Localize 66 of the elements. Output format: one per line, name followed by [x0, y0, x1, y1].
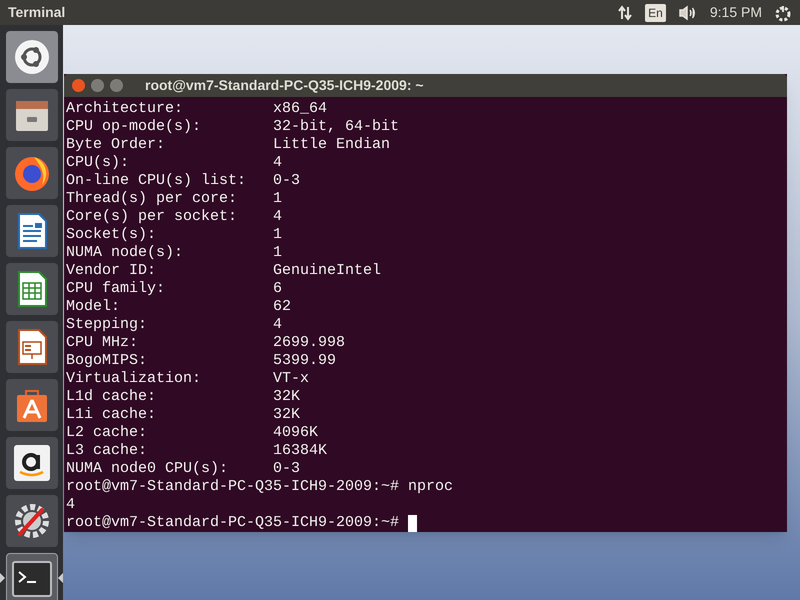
field-value: 4: [273, 316, 282, 334]
field-value: 1: [273, 226, 282, 244]
maximize-button[interactable]: [110, 79, 123, 92]
field-value: VT-x: [273, 370, 310, 388]
field-value: GenuineIntel: [273, 262, 382, 280]
field-value: Little Endian: [273, 136, 390, 154]
launcher-item[interactable]: [6, 553, 58, 600]
field-label: Architecture:: [66, 100, 184, 118]
field-label: Thread(s) per core:: [66, 190, 238, 208]
volume-icon[interactable]: [678, 4, 698, 20]
field-label: L1i cache:: [66, 406, 158, 424]
field-value: 4: [273, 154, 282, 172]
field-value: 1: [273, 244, 282, 262]
minimize-button[interactable]: [91, 79, 104, 92]
field-label: NUMA node0 CPU(s):: [66, 460, 230, 478]
launcher-item[interactable]: [6, 263, 58, 315]
field-value: 32-bit, 64-bit: [273, 118, 400, 136]
field-value: 0-3: [273, 172, 300, 190]
field-value: 4: [273, 208, 282, 226]
field-label: Vendor ID:: [66, 262, 158, 280]
field-label: On-line CPU(s) list:: [66, 172, 248, 190]
field-label: Byte Order:: [66, 136, 166, 154]
field-label: CPU(s):: [66, 154, 130, 172]
command-output: 4: [66, 496, 76, 514]
app-title: Terminal: [8, 3, 66, 22]
field-value: 62: [273, 298, 292, 316]
amazon-a-icon: [12, 443, 52, 483]
command-line: root@vm7-Standard-PC-Q35-ICH9-2009:~# nproc: [66, 478, 454, 496]
field-value: 32K: [273, 406, 300, 424]
launcher-item[interactable]: [6, 437, 58, 489]
field-label: L3 cache:: [66, 442, 148, 460]
launcher-item[interactable]: [6, 205, 58, 257]
text-cursor: [408, 514, 418, 532]
field-label: L1d cache:: [66, 388, 158, 406]
field-value: 1: [273, 190, 282, 208]
field-label: L2 cache:: [66, 424, 148, 442]
shell-prompt: root@vm7-Standard-PC-Q35-ICH9-2009:~#: [66, 514, 400, 532]
field-label: CPU op-mode(s):: [66, 118, 202, 136]
clock[interactable]: 9:15 PM: [710, 2, 762, 23]
window-title: root@vm7-Standard-PC-Q35-ICH9-2009: ~: [145, 76, 424, 95]
field-value: 6: [273, 280, 282, 298]
field-value: 4096K: [273, 424, 318, 442]
field-value: 32K: [273, 388, 300, 406]
keyboard-layout-indicator[interactable]: En: [645, 4, 666, 22]
launcher-item[interactable]: [6, 321, 58, 373]
field-label: CPU MHz:: [66, 334, 140, 352]
field-label: NUMA node(s):: [66, 244, 184, 262]
field-value: 0-3: [273, 460, 300, 478]
field-label: BogoMIPS:: [66, 352, 148, 370]
terminal-icon: [12, 561, 52, 597]
field-value: 5399.99: [273, 352, 336, 370]
launcher-item[interactable]: [6, 495, 58, 547]
field-value: 16384K: [273, 442, 328, 460]
field-label: Core(s) per socket:: [66, 208, 238, 226]
field-label: Virtualization:: [66, 370, 202, 388]
field-label: Model:: [66, 298, 122, 316]
field-label: Socket(s):: [66, 226, 158, 244]
launcher-item[interactable]: [6, 379, 58, 431]
field-value: x86_64: [273, 100, 328, 118]
field-label: Stepping:: [66, 316, 148, 334]
network-arrows-icon[interactable]: [617, 4, 634, 20]
field-label: CPU family:: [66, 280, 166, 298]
ubuntu-logo-icon: [14, 39, 50, 75]
close-button[interactable]: [72, 79, 85, 92]
field-value: 2699.998: [273, 334, 346, 352]
launcher-item[interactable]: [6, 31, 58, 83]
